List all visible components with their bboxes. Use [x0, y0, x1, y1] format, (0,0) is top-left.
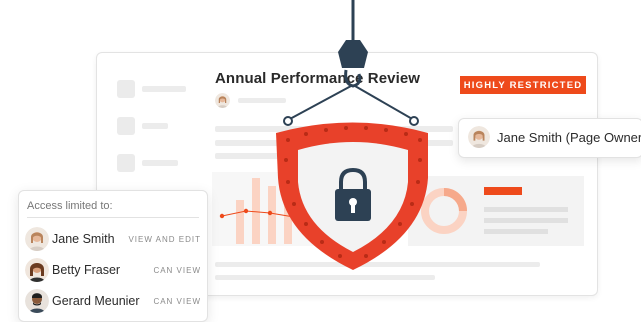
access-title: Access limited to: — [27, 200, 113, 212]
user-name: Gerard Meunier — [52, 294, 140, 308]
chart-bar — [252, 178, 260, 244]
user-row[interactable]: Betty Fraser CAN VIEW — [19, 255, 207, 285]
user-name: Jane Smith — [52, 232, 115, 246]
chart-point — [267, 210, 273, 216]
stats-line — [484, 229, 548, 234]
chart-point — [219, 213, 225, 219]
hook-icon — [338, 40, 368, 68]
chart-point — [243, 208, 249, 214]
user-permission[interactable]: VIEW AND EDIT — [128, 235, 201, 244]
user-row[interactable]: Gerard Meunier CAN VIEW — [19, 286, 207, 316]
avatar — [25, 258, 49, 282]
user-permission[interactable]: CAN VIEW — [153, 297, 201, 306]
owner-avatar — [468, 126, 490, 148]
owner-label: Jane Smith (Page Owner) — [497, 130, 641, 145]
user-name: Betty Fraser — [52, 263, 121, 277]
avatar — [25, 289, 49, 313]
stats-accent-bar — [484, 187, 522, 195]
user-permission[interactable]: CAN VIEW — [153, 266, 201, 275]
user-row[interactable]: Jane Smith VIEW AND EDIT — [19, 224, 207, 254]
chart-bar — [236, 200, 244, 244]
divider — [27, 217, 199, 218]
avatar — [25, 227, 49, 251]
stats-line — [484, 218, 568, 223]
stats-line — [484, 207, 568, 212]
page-owner-chip[interactable]: Jane Smith (Page Owner) — [458, 118, 641, 158]
access-card: Access limited to: Jane Smith VIEW AND E… — [18, 190, 208, 322]
